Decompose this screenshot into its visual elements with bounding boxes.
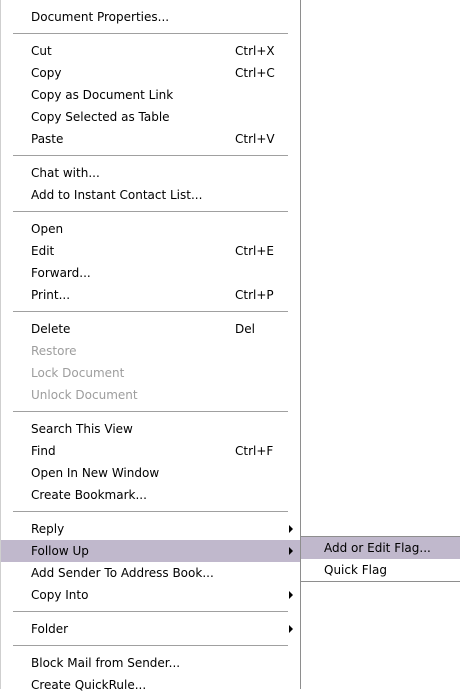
menu-item-block-mail-from-sender[interactable]: Block Mail from Sender... (1, 652, 300, 674)
menu-item-search-this-view[interactable]: Search This View (1, 418, 300, 440)
menu-item-label: Cut (31, 44, 52, 58)
menu-item-label: Restore (31, 344, 77, 358)
submenu-item-quick-flag[interactable]: Quick Flag (301, 559, 460, 581)
menu-item-unlock-document: Unlock Document (1, 384, 300, 406)
menu-item-shortcut: Ctrl+E (235, 244, 274, 258)
submenu-arrow-icon (289, 525, 293, 533)
menu-item-shortcut: Ctrl+P (235, 288, 274, 302)
menu-item-label: Chat with... (31, 166, 100, 180)
menu-item-label: Find (31, 444, 56, 458)
menu-item-create-bookmark[interactable]: Create Bookmark... (1, 484, 300, 506)
menu-item-document-properties[interactable]: Document Properties... (1, 6, 300, 28)
menu-item-restore: Restore (1, 340, 300, 362)
submenu-item-add-or-edit-flag[interactable]: Add or Edit Flag... (301, 537, 460, 559)
menu-item-label: Copy (31, 66, 62, 80)
menu-item-label: Delete (31, 322, 71, 336)
menu-item-add-sender-to-address-book[interactable]: Add Sender To Address Book... (1, 562, 300, 584)
menu-item-shortcut: Ctrl+V (235, 132, 275, 146)
menu-item-shortcut: Ctrl+F (235, 444, 274, 458)
menu-item-label: Open (31, 222, 64, 236)
menu-item-cut[interactable]: Cut Ctrl+X (1, 40, 300, 62)
menu-item-label: Create QuickRule... (31, 678, 147, 692)
menu-item-find[interactable]: Find Ctrl+F (1, 440, 300, 462)
menu-item-label: Block Mail from Sender... (31, 656, 181, 670)
menu-separator (13, 211, 288, 213)
submenu-arrow-icon (289, 591, 293, 599)
menu-item-print[interactable]: Print... Ctrl+P (1, 284, 300, 306)
menu-item-label: Edit (31, 244, 55, 258)
menu-item-lock-document: Lock Document (1, 362, 300, 384)
menu-separator (13, 645, 288, 647)
submenu-arrow-icon (289, 625, 293, 633)
menu-item-label: Document Properties... (31, 10, 170, 24)
menu-item-label: Paste (31, 132, 64, 146)
menu-item-copy-into[interactable]: Copy Into (1, 584, 300, 606)
menu-separator (13, 511, 288, 513)
menu-item-create-quickrule[interactable]: Create QuickRule... (1, 674, 300, 696)
menu-item-label: Open In New Window (31, 466, 160, 480)
menu-item-label: Add to Instant Contact List... (31, 188, 203, 202)
context-menu: Document Properties... Cut Ctrl+X Copy Ctrl+… (0, 0, 301, 692)
menu-item-follow-up[interactable]: Follow Up (1, 540, 300, 562)
menu-item-delete[interactable]: Delete Del (1, 318, 300, 340)
menu-item-forward[interactable]: Forward... (1, 262, 300, 284)
menu-item-label: Copy Into (31, 588, 89, 602)
menu-item-label: Print... (31, 288, 71, 302)
menu-item-label: Forward... (31, 266, 91, 280)
follow-up-submenu: Add or Edit Flag... Quick Flag (300, 536, 460, 582)
submenu-item-label: Quick Flag (324, 563, 387, 577)
menu-item-add-to-instant-contact-list[interactable]: Add to Instant Contact List... (1, 184, 300, 206)
menu-item-shortcut: Del (235, 322, 255, 336)
menu-item-folder[interactable]: Folder (1, 618, 300, 640)
menu-item-open[interactable]: Open (1, 218, 300, 240)
menu-separator (13, 311, 288, 313)
context-menu-items: Document Properties... Cut Ctrl+X Copy Ctrl+… (1, 0, 300, 696)
menu-separator (13, 155, 288, 157)
follow-up-submenu-items: Add or Edit Flag... Quick Flag (301, 537, 460, 581)
menu-item-reply[interactable]: Reply (1, 518, 300, 540)
menu-item-copy[interactable]: Copy Ctrl+C (1, 62, 300, 84)
menu-separator (13, 411, 288, 413)
submenu-arrow-icon (289, 547, 293, 555)
menu-item-label: Copy as Document Link (31, 88, 174, 102)
menu-item-open-in-new-window[interactable]: Open In New Window (1, 462, 300, 484)
menu-separator (13, 611, 288, 613)
menu-item-shortcut: Ctrl+C (235, 66, 275, 80)
menu-item-copy-as-document-link[interactable]: Copy as Document Link (1, 84, 300, 106)
menu-item-label: Create Bookmark... (31, 488, 147, 502)
menu-item-label: Reply (31, 522, 65, 536)
menu-item-label: Search This View (31, 422, 133, 436)
menu-item-edit[interactable]: Edit Ctrl+E (1, 240, 300, 262)
menu-item-label: Follow Up (31, 544, 89, 558)
menu-item-copy-selected-as-table[interactable]: Copy Selected as Table (1, 106, 300, 128)
menu-item-label: Add Sender To Address Book... (31, 566, 214, 580)
menu-item-label: Unlock Document (31, 388, 138, 402)
menu-item-chat-with[interactable]: Chat with... (1, 162, 300, 184)
menu-item-paste[interactable]: Paste Ctrl+V (1, 128, 300, 150)
submenu-item-label: Add or Edit Flag... (324, 541, 431, 555)
menu-item-label: Folder (31, 622, 69, 636)
menu-item-label: Copy Selected as Table (31, 110, 170, 124)
menu-item-label: Lock Document (31, 366, 125, 380)
menu-separator (13, 33, 288, 35)
menu-item-shortcut: Ctrl+X (235, 44, 275, 58)
